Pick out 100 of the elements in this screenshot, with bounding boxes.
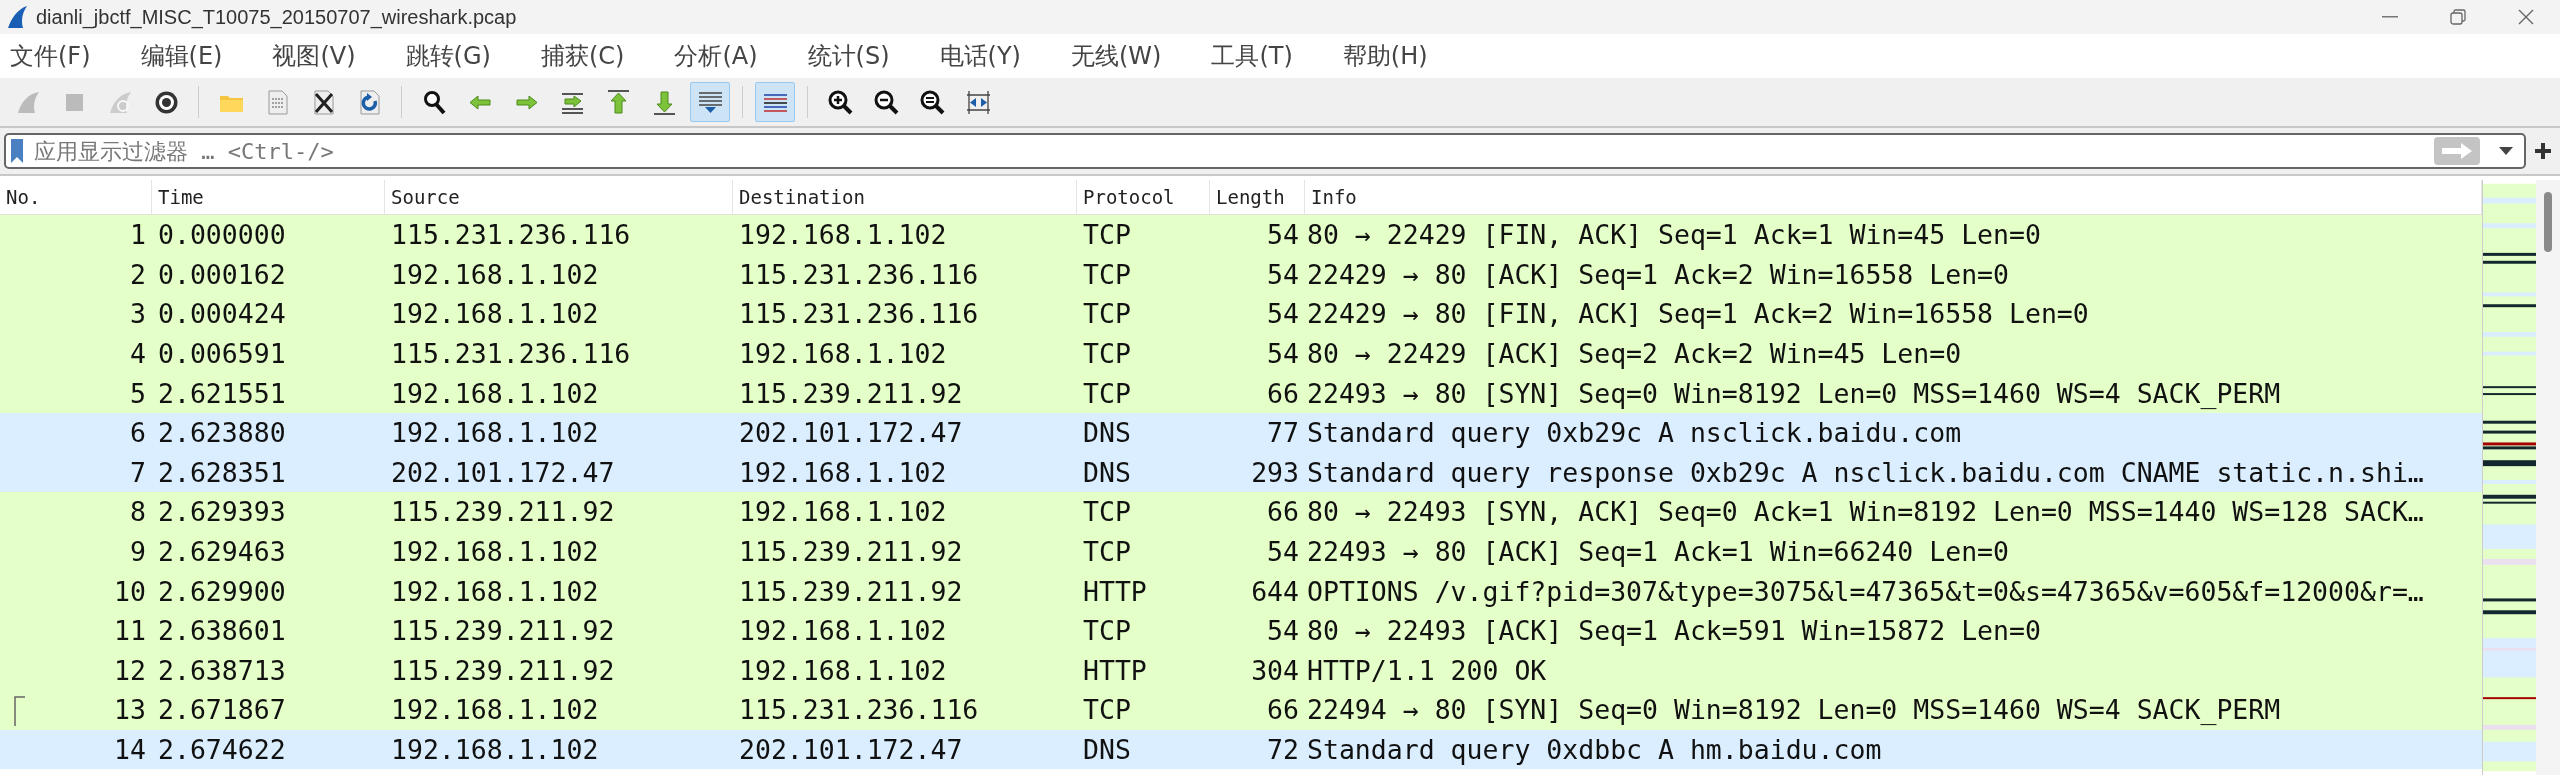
shark-fin-icon [6, 5, 28, 29]
table-cell-text: 3 [129, 298, 147, 330]
table-cell-text: 115.239.211.92 [738, 536, 964, 568]
packet-row[interactable]: 9 2.629463 192.168.1.102 115.239.211.92 TCP 54 22493 → 80 [ACK] Seq=1 Ack=1 Win=66240 Len=0 [0, 531, 2482, 572]
table-cell-text: 2 [129, 258, 147, 290]
column-header[interactable]: No. [0, 180, 152, 214]
menu-item[interactable]: 捕获(C) [534, 36, 631, 76]
menu-item[interactable]: 编辑(E) [134, 36, 229, 76]
table-cell-text: 192.168.1.102 [390, 536, 600, 568]
packet-row[interactable]: 3 0.000424 192.168.1.102 115.231.236.116 TCP 54 22429 → 80 [FIN, ACK] Seq=1 Ack=2 Win=16558 Len=0 [0, 294, 2482, 334]
table-cell-text: 115.239.211.92 [390, 496, 616, 528]
table-cell-text: 192.168.1.102 [390, 377, 600, 409]
menu-item[interactable]: 统计(S) [801, 36, 896, 76]
table-cell-text: 11 [113, 615, 147, 647]
table-cell-text: TCP [1082, 338, 1132, 370]
table-cell-text: 54 [1266, 219, 1300, 251]
table-cell-text: HTTP [1082, 575, 1148, 607]
table-cell-text: 115.231.236.116 [390, 338, 632, 370]
table-cell-text: 115.239.211.92 [738, 575, 964, 607]
table-cell-text: 192.168.1.102 [390, 694, 600, 726]
packet-row[interactable]: 1 0.000000 115.231.236.116 192.168.1.102 TCP 54 80 → 22429 [FIN, ACK] Seq=1 Ack=1 Win=45 Len=0 [0, 215, 2482, 255]
column-header[interactable]: Info [1305, 180, 2482, 214]
vertical-scrollbar[interactable] [2536, 180, 2560, 775]
table-cell-text: TCP [1082, 615, 1132, 647]
table-cell-text: HTTP/1.1 200 OK [1306, 654, 1548, 686]
column-header[interactable]: Destination [733, 180, 1077, 214]
table-cell-text: 22429 → 80 [FIN, ACK] Seq=1 Ack=2 Win=16558 Len=0 [1306, 298, 2090, 330]
table-cell-text: 192.168.1.102 [390, 734, 600, 765]
packet-row[interactable]: 13 2.671867 192.168.1.102 115.231.236.116 TCP 66 22494 → 80 [SYN] Seq=0 Win=8192 Len=0 MSS=1460 WS=4 SACK_PERM [0, 690, 2482, 730]
table-cell-text: OPTIONS /v.gif?pid=307&type=3075&l=47365&t=0&s=47365&v=605&f=12000&r=… [1306, 575, 2425, 607]
table-cell-text: 115.239.211.92 [738, 377, 964, 409]
zoom-in-icon [826, 88, 854, 116]
table-cell-text: 54 [1266, 615, 1300, 647]
menu-item[interactable]: 跳转(G) [399, 36, 497, 76]
minimize-icon [2382, 16, 2398, 18]
menu-item[interactable]: 电话(Y) [933, 36, 1027, 76]
table-cell-text: DNS [1082, 734, 1132, 765]
menu-item[interactable]: 无线(W) [1064, 36, 1168, 76]
menu-item[interactable]: 帮助(H) [1336, 36, 1434, 76]
table-cell-text: 7 [129, 456, 147, 488]
menu-item[interactable]: 工具(T) [1205, 36, 1299, 76]
menu-item[interactable]: 文件(F) [4, 36, 97, 76]
packet-row[interactable]: 4 0.006591 115.231.236.116 192.168.1.102 TCP 54 80 → 22429 [ACK] Seq=2 Ack=2 Win=45 Len=0 [0, 333, 2482, 374]
table-cell-text: 192.168.1.102 [390, 298, 600, 330]
packet-row[interactable]: 2 0.000162 192.168.1.102 115.231.236.116 TCP 54 22429 → 80 [ACK] Seq=1 Ack=2 Win=16558 Len=0 [0, 254, 2482, 295]
column-resize-icon [964, 88, 992, 116]
table-cell-text: 202.101.172.47 [738, 417, 964, 449]
packet-row[interactable]: 12 2.638713 115.239.211.92 192.168.1.102 HTTP 304 HTTP/1.1 200 OK [0, 650, 2482, 691]
table-cell-text: 304 [1250, 654, 1300, 686]
table-cell-text: 2.674622 [157, 734, 287, 765]
table-cell-text: 2.629900 [157, 575, 287, 607]
table-cell-text: 115.231.236.116 [738, 298, 980, 330]
packet-row[interactable]: 7 2.628351 202.101.172.47 192.168.1.102 DNS 293 Standard query response 0xb29c A nsclick.baidu.com CNAME static.n.shi… [0, 452, 2482, 493]
table-cell-text: TCP [1082, 258, 1132, 290]
packet-row[interactable]: 6 2.623880 192.168.1.102 202.101.172.47 DNS 77 Standard query 0xb29c A nsclick.baidu.com [0, 412, 2482, 453]
table-cell-text: 115.231.236.116 [738, 258, 980, 290]
table-cell-text: 80 → 22493 [SYN, ACK] Seq=0 Ack=1 Win=8192 Len=0 MSS=1440 WS=128 SACK… [1306, 496, 2425, 528]
packet-row[interactable]: 10 2.629900 192.168.1.102 115.239.211.92 HTTP 644 OPTIONS /v.gif?pid=307&type=3075&l=47365&t=0&s=47365&v=605&f=12000&r=… [0, 571, 2482, 611]
column-header[interactable]: Source [385, 180, 733, 214]
packet-minimap[interactable] [2482, 180, 2537, 775]
menu-item[interactable]: 分析(A) [668, 36, 764, 76]
table-cell-text: 0.000000 [157, 219, 287, 251]
table-cell-text: 54 [1266, 298, 1300, 330]
table-cell-text: 12 [113, 654, 147, 686]
table-cell-text: Standard query 0xb29c A nsclick.baidu.com [1306, 417, 1963, 449]
table-cell-text: 0.000424 [157, 298, 287, 330]
column-header[interactable]: Time [152, 180, 385, 214]
table-cell-text: 2.629393 [157, 496, 287, 528]
table-cell-text: 2.638713 [157, 654, 287, 686]
table-cell-text: 80 → 22429 [FIN, ACK] Seq=1 Ack=1 Win=45 Len=0 [1306, 219, 2042, 251]
packet-row[interactable]: 11 2.638601 115.239.211.92 192.168.1.102 TCP 54 80 → 22493 [ACK] Seq=1 Ack=591 Win=15872 Len=0 [0, 610, 2482, 651]
table-cell-text: 54 [1266, 338, 1300, 370]
table-cell-text: 192.168.1.102 [390, 258, 600, 290]
table-cell-text: HTTP [1082, 654, 1148, 686]
packet-row[interactable]: 5 2.621551 192.168.1.102 115.239.211.92 TCP 66 22493 → 80 [SYN] Seq=0 Win=8192 Len=0 MSS=1460 WS=4 SACK_PERM [0, 373, 2482, 413]
table-cell-text: 0.000162 [157, 258, 287, 290]
table-cell-text: TCP [1082, 496, 1132, 528]
table-cell-text: TCP [1082, 536, 1132, 568]
table-cell-text: TCP [1082, 694, 1132, 726]
arrow-right-icon [2441, 142, 2473, 160]
table-cell-text: 2.671867 [157, 694, 287, 726]
zoom-out-icon [872, 88, 900, 116]
packet-row[interactable]: 8 2.629393 115.239.211.92 192.168.1.102 TCP 66 80 → 22493 [SYN, ACK] Seq=0 Ack=1 Win=8192 Len=0 MSS=1440 WS=128 SACK… [0, 492, 2482, 532]
toolbar-button[interactable] [755, 82, 795, 122]
table-cell-text: 2.629463 [157, 536, 287, 568]
column-header[interactable]: Length [1210, 180, 1305, 214]
table-cell-text: Standard query 0xdbbc A hm.baidu.com [1306, 734, 1883, 765]
table-cell-text: 115.239.211.92 [390, 615, 616, 647]
table-cell-text: 202.101.172.47 [390, 456, 616, 488]
zoom-reset-icon [918, 88, 946, 116]
packet-row[interactable]: 14 2.674622 192.168.1.102 202.101.172.47 DNS 72 Standard query 0xdbbc A hm.baidu.com [0, 729, 2482, 770]
table-cell-text: 202.101.172.47 [738, 734, 964, 765]
table-cell-text: 9 [129, 536, 147, 568]
menu-item[interactable]: 视图(V) [266, 36, 362, 76]
table-cell-text: 192.168.1.102 [738, 496, 948, 528]
table-cell-text: 54 [1266, 258, 1300, 290]
plus-icon [2535, 143, 2551, 159]
column-header[interactable]: Protocol [1077, 180, 1210, 214]
table-cell-text: 22429 → 80 [ACK] Seq=1 Ack=2 Win=16558 Len=0 [1306, 258, 2010, 290]
display-filter-bar[interactable]: 应用显示过滤器 … <Ctrl-/> [4, 133, 2526, 169]
